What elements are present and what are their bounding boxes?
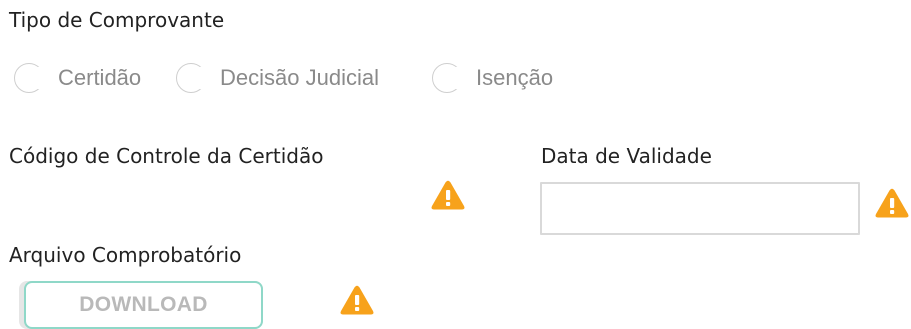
supporting-file-label: Arquivo Comprobatório [9, 243, 242, 267]
radio-label-isencao: Isenção [476, 65, 554, 90]
radio-button[interactable] [432, 63, 464, 93]
radio-label-decisao-judicial: Decisão Judicial [220, 65, 379, 90]
warning-triangle-icon [340, 285, 374, 315]
validity-date-input[interactable] [540, 182, 860, 235]
radio-option-isencao[interactable]: Isenção [432, 62, 553, 94]
radio-option-decisao-judicial[interactable]: Decisão Judicial [176, 62, 379, 94]
proof-type-title: Tipo de Comprovante [9, 8, 225, 32]
control-code-warning-icon [431, 180, 465, 210]
radio-option-certidao[interactable]: Certidão [14, 62, 141, 94]
warning-triangle-icon [431, 180, 465, 210]
warning-triangle-icon [875, 188, 909, 218]
download-button[interactable]: DOWNLOAD [24, 281, 263, 329]
radio-button[interactable] [176, 63, 208, 93]
control-code-label: Código de Controle da Certidão [9, 144, 324, 168]
validity-date-warning-icon [875, 188, 909, 218]
radio-button[interactable] [14, 63, 46, 93]
radio-label-certidao: Certidão [58, 65, 142, 90]
supporting-file-warning-icon [340, 285, 374, 315]
validity-date-label: Data de Validade [541, 144, 712, 168]
